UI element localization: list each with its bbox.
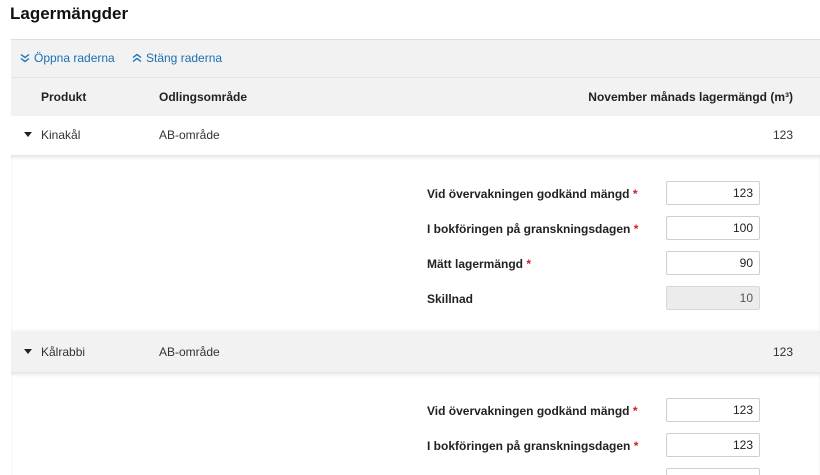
double-chevron-down-icon [20, 53, 30, 63]
approved-amount-label: Vid övervakningen godkänd mängd * [427, 404, 638, 418]
required-marker: * [526, 257, 532, 271]
booked-amount-label: I bokföringen på granskningsdagen * [427, 439, 639, 453]
measured-amount-input[interactable] [666, 251, 760, 275]
approved-amount-input[interactable] [666, 181, 760, 205]
booked-amount-input[interactable] [666, 216, 760, 240]
row-product: Kålrabbi [41, 345, 86, 359]
booked-amount-input[interactable] [666, 433, 760, 457]
difference-label: Skillnad [427, 292, 474, 306]
expand-rows-button[interactable]: Öppna raderna [20, 51, 115, 65]
required-marker: * [632, 404, 638, 418]
double-chevron-up-icon [132, 53, 142, 63]
caret-down-icon[interactable] [24, 349, 32, 354]
toolbar: Öppna raderna Stäng raderna [11, 40, 820, 77]
approved-amount-input[interactable] [666, 398, 760, 422]
row-area: AB-område [159, 345, 220, 359]
caret-down-icon[interactable] [24, 132, 32, 137]
expand-rows-label: Öppna raderna [34, 51, 115, 65]
collapse-rows-label: Stäng raderna [146, 51, 223, 65]
approved-amount-label: Vid övervakningen godkänd mängd * [427, 187, 638, 201]
inventory-panel: Öppna raderna Stäng raderna Produkt Odli… [11, 39, 820, 475]
booked-amount-label: I bokföringen på granskningsdagen * [427, 222, 639, 236]
table-row[interactable]: Kålrabbi AB-område 123 [11, 333, 820, 373]
required-marker: * [633, 439, 639, 453]
difference-field [666, 286, 760, 310]
column-header-product: Produkt [41, 90, 87, 104]
page-title: Lagermängder [10, 4, 129, 23]
column-header-amount: November månads lagermängd (m³) [588, 90, 793, 104]
required-marker: * [633, 222, 639, 236]
table-header: Produkt Odlingsområde November månads la… [11, 77, 820, 116]
row-area: AB-område [159, 128, 220, 142]
measured-amount-label: Mätt lagermängd * [427, 257, 532, 271]
row-amount: 123 [772, 128, 793, 142]
row-amount: 123 [772, 345, 793, 359]
row-product: Kinakål [41, 128, 81, 142]
required-marker: * [632, 187, 638, 201]
row-detail: Vid övervakningen godkänd mängd * I bokf… [11, 156, 820, 333]
row-detail: Vid övervakningen godkänd mängd * I bokf… [11, 373, 820, 475]
table-row[interactable]: Kinakål AB-område 123 [11, 116, 820, 156]
column-header-area: Odlingsområde [159, 90, 248, 104]
collapse-rows-button[interactable]: Stäng raderna [132, 51, 222, 65]
